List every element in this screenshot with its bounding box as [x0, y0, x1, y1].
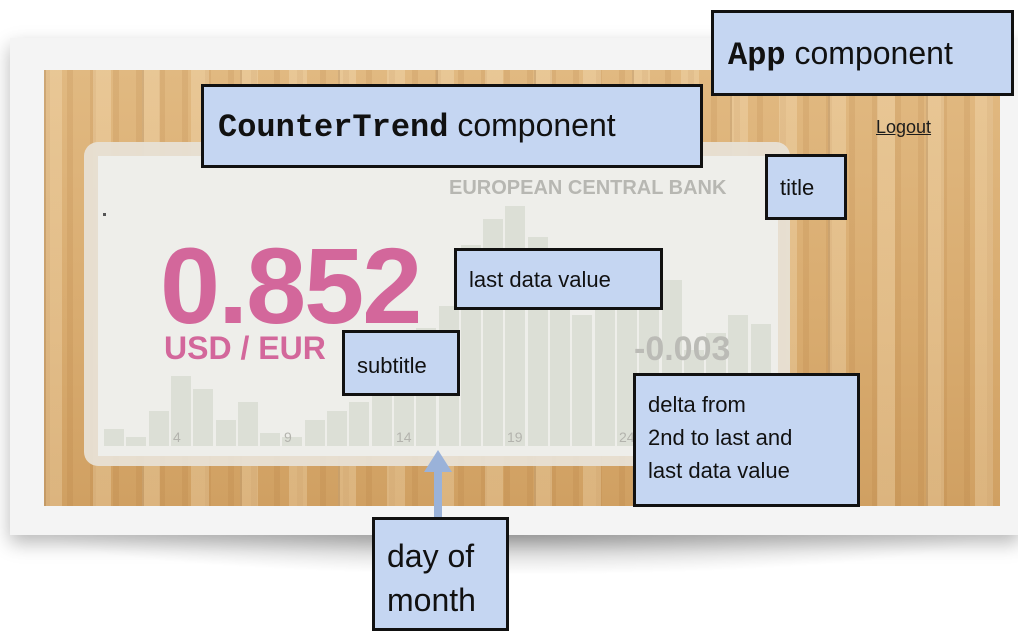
last-value-callout-text: last data value — [469, 267, 611, 292]
last-data-value: 0.852 — [160, 225, 422, 346]
widget-subtitle: USD / EUR — [164, 330, 326, 366]
day-of-month-callout: day of month — [372, 517, 509, 631]
trend-bar — [349, 402, 369, 446]
countertrend-component-text: component — [448, 107, 616, 143]
logout-link[interactable]: Logout — [876, 117, 931, 138]
stray-dot — [103, 213, 106, 216]
trend-bar — [505, 206, 525, 446]
app-component-callout: App component — [711, 10, 1014, 96]
trend-bar — [126, 437, 146, 446]
delta-callout-line3: last data value — [648, 458, 790, 483]
trend-bar — [595, 298, 615, 446]
delta-callout-line1: delta from — [648, 392, 746, 417]
app-component-text: component — [785, 35, 953, 71]
delta-callout-line2: 2nd to last and — [648, 425, 793, 450]
trend-bar — [216, 420, 236, 446]
subtitle-callout: subtitle — [342, 330, 460, 396]
page-shadow — [40, 535, 990, 575]
trend-bar — [327, 411, 347, 446]
day-callout-line1: day of — [387, 538, 475, 574]
day-tick-label: 4 — [173, 429, 181, 445]
app-code-label: App — [728, 37, 786, 74]
delta-callout: delta from 2nd to last and last data val… — [633, 373, 860, 507]
day-of-month-arrow-shaft — [434, 470, 442, 520]
last-value-callout: last data value — [454, 248, 663, 310]
trend-bar — [238, 402, 258, 446]
trend-bar — [104, 429, 124, 446]
day-tick-label: 14 — [396, 429, 412, 445]
trend-bar — [193, 389, 213, 446]
day-callout-line2: month — [387, 582, 476, 618]
widget-title: EUROPEAN CENTRAL BANK — [449, 177, 727, 199]
trend-bar — [149, 411, 169, 446]
subtitle-callout-text: subtitle — [357, 353, 427, 378]
day-tick-label: 19 — [507, 429, 523, 445]
trend-bar — [305, 420, 325, 446]
delta-value: -0.003 — [634, 330, 731, 368]
day-tick-label: 9 — [284, 429, 292, 445]
day-of-month-arrow-head — [424, 450, 452, 472]
trend-bar — [572, 315, 592, 446]
countertrend-code-label: CounterTrend — [218, 109, 449, 146]
title-callout: title — [765, 154, 847, 220]
title-callout-text: title — [780, 175, 815, 200]
countertrend-component-callout: CounterTrend component — [201, 84, 703, 168]
trend-bar — [260, 433, 280, 446]
